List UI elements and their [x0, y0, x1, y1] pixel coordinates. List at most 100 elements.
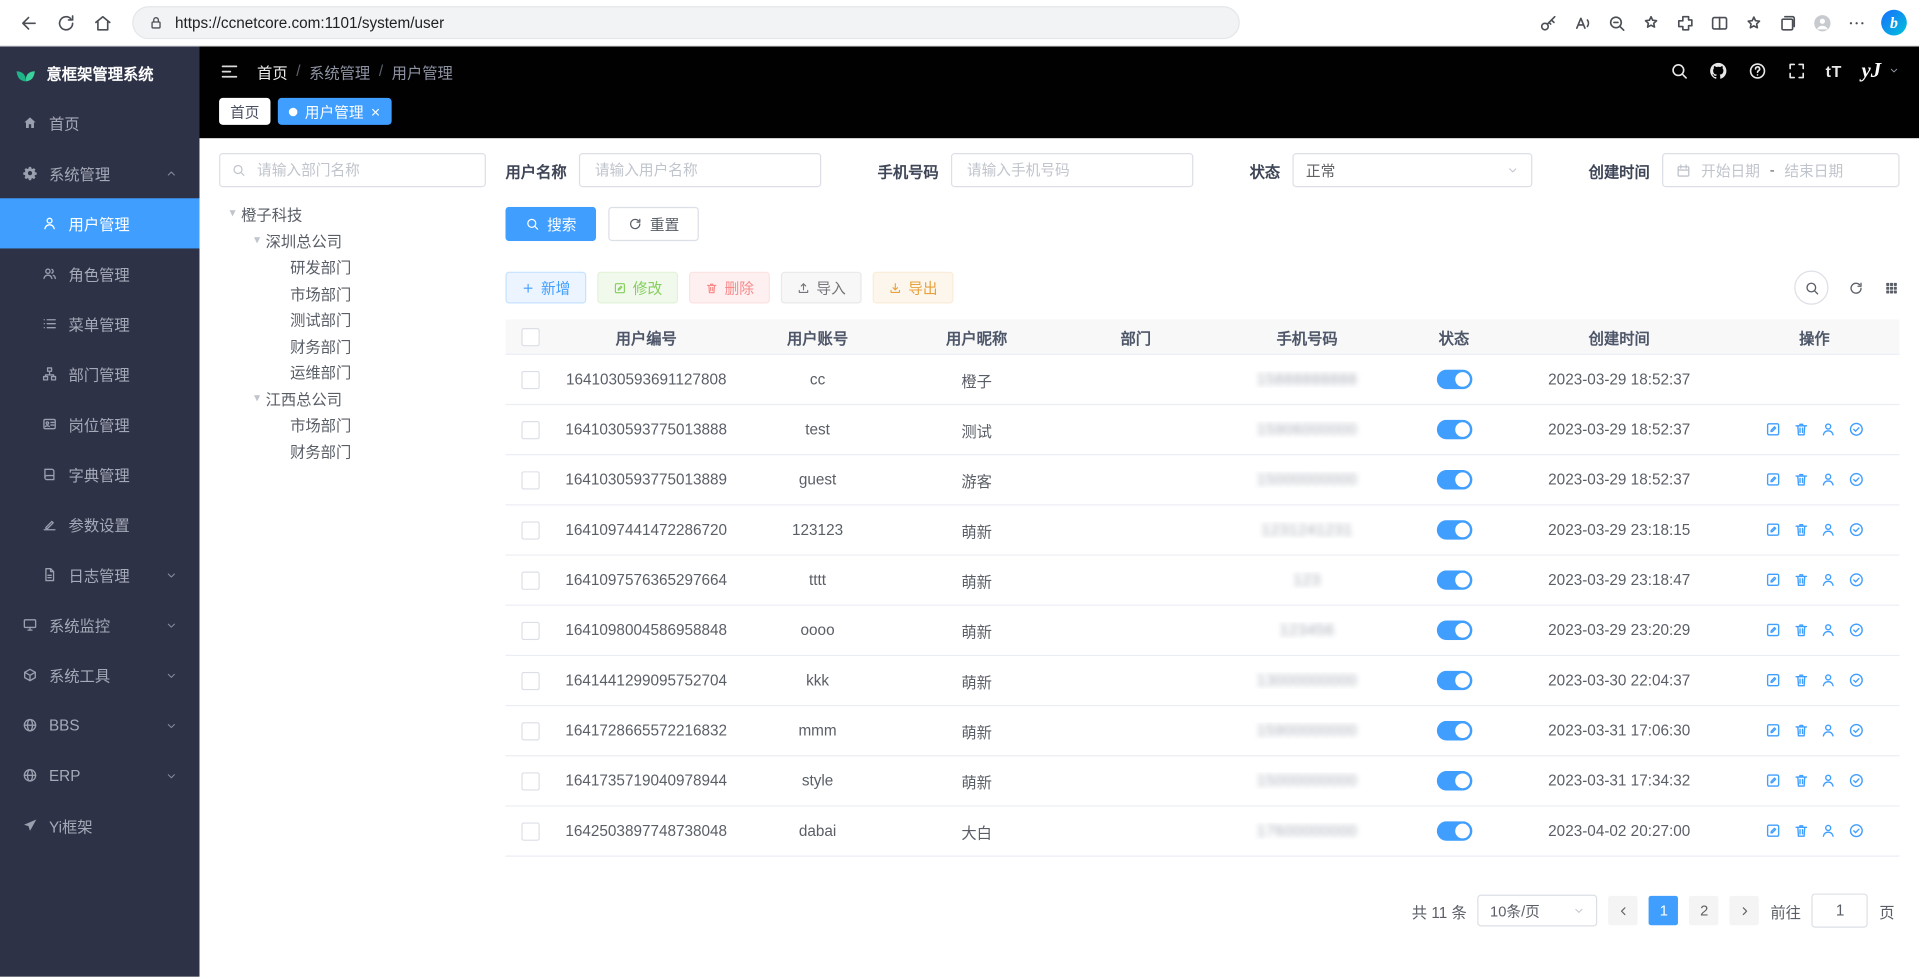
help-icon[interactable] — [1747, 61, 1767, 81]
edit-icon[interactable] — [1765, 823, 1782, 840]
sidebar-item-岗位管理[interactable]: 岗位管理 — [0, 399, 199, 449]
status-toggle[interactable] — [1436, 420, 1471, 440]
goto-page-input[interactable] — [1812, 893, 1868, 927]
column-header[interactable]: 操作 — [1729, 325, 1899, 348]
browser-home-button[interactable] — [86, 6, 120, 40]
reset-password-icon[interactable] — [1820, 572, 1837, 589]
edit-icon[interactable] — [1765, 773, 1782, 790]
modify-button[interactable]: 修改 — [597, 272, 678, 304]
column-header[interactable]: 用户编号 — [554, 325, 738, 348]
row-checkbox[interactable] — [521, 772, 539, 790]
add-button[interactable]: 新增 — [505, 272, 586, 304]
toggle-search-button[interactable] — [1794, 270, 1828, 304]
breadcrumb-item[interactable]: 用户管理 — [392, 59, 453, 82]
tree-node-运维部门[interactable]: 运维部门 — [219, 359, 486, 385]
prev-page-button[interactable] — [1609, 896, 1638, 925]
authorize-icon[interactable] — [1847, 622, 1864, 639]
tab-首页[interactable]: 首页 — [219, 98, 270, 125]
copilot-icon[interactable]: b — [1881, 10, 1907, 36]
sidebar-item-Yi框架[interactable]: Yi框架 — [0, 800, 199, 850]
delete-icon[interactable] — [1792, 622, 1809, 639]
delete-icon[interactable] — [1792, 472, 1809, 489]
refresh-table-button[interactable] — [1848, 280, 1864, 296]
next-page-button[interactable] — [1730, 896, 1759, 925]
column-header[interactable]: 部门 — [1056, 325, 1215, 348]
reset-password-icon[interactable] — [1820, 672, 1837, 689]
row-checkbox[interactable] — [521, 420, 539, 438]
reset-password-icon[interactable] — [1820, 823, 1837, 840]
page-button-2[interactable]: 2 — [1690, 896, 1719, 925]
edit-icon[interactable] — [1765, 672, 1782, 689]
font-size-icon[interactable]: tT — [1826, 62, 1842, 80]
column-header[interactable]: 用户账号 — [738, 325, 897, 348]
breadcrumb-item[interactable]: 系统管理 — [309, 59, 370, 82]
tree-node-市场部门[interactable]: 市场部门 — [219, 411, 486, 437]
add-favorite-icon[interactable] — [1641, 13, 1661, 33]
collections-icon[interactable] — [1778, 13, 1798, 33]
status-toggle[interactable] — [1436, 721, 1471, 741]
caret-down-icon[interactable]: ▾ — [248, 233, 265, 246]
select-all-checkbox[interactable] — [521, 327, 539, 345]
reset-password-icon[interactable] — [1820, 421, 1837, 438]
row-checkbox[interactable] — [521, 370, 539, 388]
edit-icon[interactable] — [1765, 421, 1782, 438]
tree-node-江西总公司[interactable]: ▾江西总公司 — [219, 385, 486, 411]
more-menu-icon[interactable] — [1847, 13, 1867, 33]
column-header[interactable]: 创建时间 — [1509, 325, 1729, 348]
reset-password-icon[interactable] — [1820, 522, 1837, 539]
favorites-icon[interactable] — [1744, 13, 1764, 33]
column-header[interactable]: 状态 — [1399, 325, 1509, 348]
tree-node-财务部门[interactable]: 财务部门 — [219, 438, 486, 464]
row-checkbox[interactable] — [521, 721, 539, 739]
page-button-1[interactable]: 1 — [1649, 896, 1678, 925]
reset-password-icon[interactable] — [1820, 472, 1837, 489]
delete-icon[interactable] — [1792, 522, 1809, 539]
row-checkbox[interactable] — [521, 671, 539, 689]
import-button[interactable]: 导入 — [781, 272, 862, 304]
status-toggle[interactable] — [1436, 370, 1471, 390]
authorize-icon[interactable] — [1847, 522, 1864, 539]
edit-icon[interactable] — [1765, 472, 1782, 489]
sidebar-item-部门管理[interactable]: 部门管理 — [0, 349, 199, 399]
sidebar-item-系统管理[interactable]: 系统管理 — [0, 148, 199, 198]
authorize-icon[interactable] — [1847, 823, 1864, 840]
column-header[interactable]: 用户昵称 — [897, 325, 1056, 348]
search-button[interactable]: 搜索 — [505, 207, 596, 241]
edit-icon[interactable] — [1765, 622, 1782, 639]
sidebar-item-系统工具[interactable]: 系统工具 — [0, 650, 199, 700]
row-checkbox[interactable] — [521, 471, 539, 489]
tab-用户管理[interactable]: 用户管理× — [278, 98, 391, 125]
tree-node-财务部门[interactable]: 财务部门 — [219, 332, 486, 358]
delete-icon[interactable] — [1792, 421, 1809, 438]
row-checkbox[interactable] — [521, 521, 539, 539]
edit-icon[interactable] — [1765, 572, 1782, 589]
authorize-icon[interactable] — [1847, 672, 1864, 689]
authorize-icon[interactable] — [1847, 421, 1864, 438]
tree-node-研发部门[interactable]: 研发部门 — [219, 253, 486, 279]
password-key-icon[interactable] — [1538, 13, 1558, 33]
user-avatar-logo[interactable]: yJ — [1861, 59, 1881, 83]
phone-input[interactable] — [964, 160, 1179, 180]
delete-icon[interactable] — [1792, 823, 1809, 840]
status-toggle[interactable] — [1436, 671, 1471, 691]
username-input[interactable] — [592, 160, 807, 180]
browser-profile-avatar[interactable] — [1813, 13, 1833, 33]
status-select[interactable]: 正常 — [1292, 153, 1532, 187]
status-toggle[interactable] — [1436, 821, 1471, 841]
status-toggle[interactable] — [1436, 771, 1471, 791]
dept-search-input[interactable] — [255, 160, 474, 180]
caret-down-icon[interactable]: ▾ — [248, 391, 265, 404]
github-icon[interactable] — [1708, 61, 1728, 81]
sidebar-item-日志管理[interactable]: 日志管理 — [0, 550, 199, 600]
address-bar[interactable]: https://ccnetcore.com:1101/system/user — [132, 6, 1240, 39]
split-screen-icon[interactable] — [1710, 13, 1730, 33]
edit-icon[interactable] — [1765, 722, 1782, 739]
back-button[interactable] — [12, 6, 46, 40]
status-toggle[interactable] — [1436, 570, 1471, 590]
sidebar-item-字典管理[interactable]: 字典管理 — [0, 449, 199, 499]
export-button[interactable]: 导出 — [873, 272, 954, 304]
status-toggle[interactable] — [1436, 470, 1471, 490]
tree-node-测试部门[interactable]: 测试部门 — [219, 306, 486, 332]
row-checkbox[interactable] — [521, 571, 539, 589]
date-range-picker[interactable]: 开始日期 - 结束日期 — [1662, 153, 1899, 187]
